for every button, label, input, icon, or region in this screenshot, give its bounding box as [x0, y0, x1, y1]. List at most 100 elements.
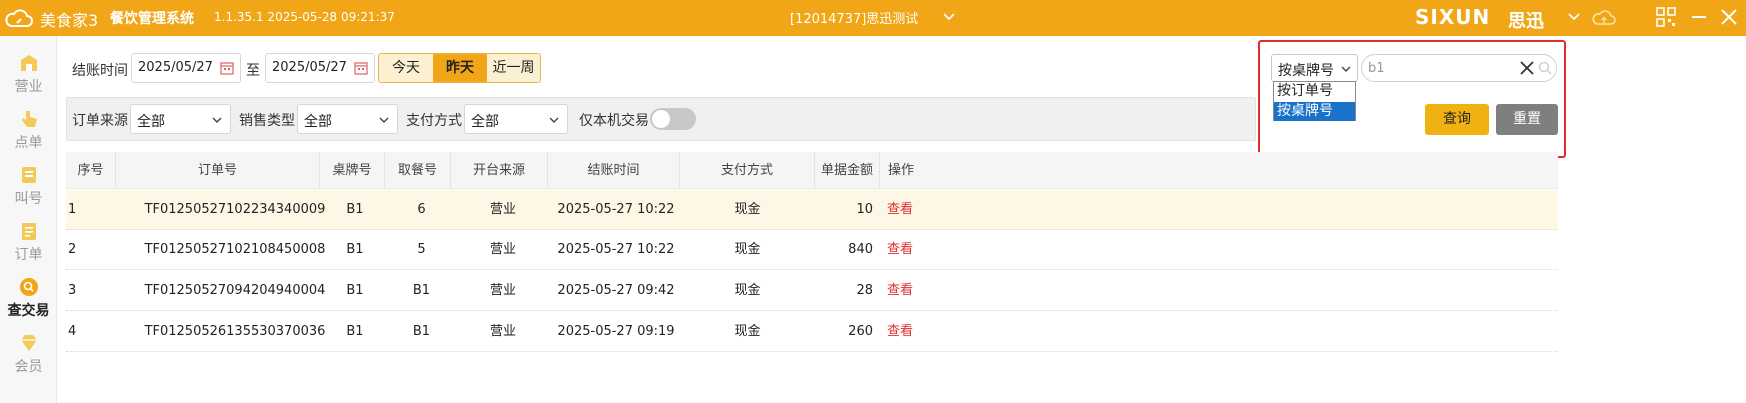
view-link[interactable]: 查看 [887, 230, 947, 270]
search-mode-select[interactable]: 按桌牌号 [1271, 54, 1358, 82]
local-only-toggle[interactable] [650, 108, 696, 130]
search-circle-icon [20, 278, 38, 296]
title-bar: 美食家3 餐饮管理系统 1.1.35.1 2025-05-28 09:21:37… [0, 0, 1746, 36]
cell-amount: 10 [856, 202, 873, 217]
vendor-logo: SIXUN [1415, 5, 1491, 29]
clear-icon[interactable] [1519, 60, 1535, 76]
cell-checkout-time: 2025-05-27 09:42 [557, 283, 675, 298]
view-link[interactable]: 查看 [887, 190, 947, 230]
option-by-table-no[interactable]: 按桌牌号 [1274, 102, 1355, 121]
sidebar-item-member[interactable]: 会员 [0, 320, 57, 378]
cell-amount: 840 [848, 242, 873, 257]
cell-checkout-time: 2025-05-27 10:22 [557, 202, 675, 217]
table-row[interactable]: 1 TF01250527102234340009 B1 6 营业 2025-05… [66, 190, 1558, 230]
sidebar-item-transactions[interactable]: 查交易 [0, 264, 57, 322]
sidebar-item-label: 叫号 [14, 191, 43, 207]
cell-pickup-no: 5 [417, 242, 426, 257]
to-label: 至 [246, 63, 260, 79]
cell-checkout-time: 2025-05-27 09:19 [557, 324, 675, 339]
transactions-table: 序号 订单号 桌牌号 取餐号 开台来源 结账时间 支付方式 单据金额 操作 1 … [66, 152, 1558, 403]
col-table-no: 桌牌号 [320, 152, 385, 189]
col-checkout-time: 结账时间 [548, 152, 680, 189]
store-icon [21, 55, 37, 71]
cloud-logo-icon [5, 9, 33, 27]
search-icon[interactable] [1538, 61, 1552, 75]
sidebar-item-label: 营业 [14, 79, 43, 95]
date-from-field[interactable]: 2025/05/27 [131, 53, 241, 83]
chevron-down-icon[interactable] [1567, 10, 1581, 24]
col-payment: 支付方式 [680, 152, 815, 189]
col-source: 开台来源 [451, 152, 548, 189]
sidebar-item-label: 点单 [14, 135, 43, 151]
minimize-icon[interactable] [1689, 6, 1709, 28]
sidebar: 营业 点单 叫号 订单 查交易 会员 [0, 36, 57, 403]
view-link[interactable]: 查看 [887, 312, 947, 352]
cell-source: 营业 [489, 202, 516, 217]
cell-index: 1 [68, 202, 77, 217]
range-today-button[interactable]: 今天 [379, 54, 433, 82]
col-order-no: 订单号 [116, 152, 320, 189]
table-row[interactable]: 3 TF01250527094204940004 B1 B1 营业 2025-0… [66, 271, 1558, 311]
range-week-button[interactable]: 近一周 [487, 54, 540, 82]
sidebar-item-label: 会员 [14, 359, 43, 375]
col-index: 序号 [66, 152, 116, 189]
order-source-label: 订单来源 [72, 113, 128, 129]
range-yesterday-button[interactable]: 昨天 [433, 54, 487, 82]
sidebar-item-order[interactable]: 点单 [0, 96, 57, 154]
local-only-label: 仅本机交易 [579, 113, 649, 129]
chevron-down-icon [1341, 66, 1351, 72]
sidebar-item-label: 查交易 [7, 303, 50, 319]
cell-index: 3 [68, 283, 77, 298]
cell-order-no: TF01250527094204940004 [144, 283, 326, 298]
cell-order-no: TF01250527102108450008 [144, 242, 326, 257]
date-from-value: 2025/05/27 [138, 60, 213, 75]
calendar-icon[interactable] [220, 61, 234, 75]
reset-button[interactable]: 重置 [1496, 104, 1558, 135]
cell-index: 4 [68, 324, 77, 339]
close-icon[interactable] [1718, 6, 1740, 28]
sidebar-item-orders[interactable]: 订单 [0, 208, 57, 266]
hand-pointer-icon [22, 111, 37, 127]
cell-table-no: B1 [346, 283, 364, 298]
chevron-down-icon [379, 117, 389, 123]
cell-payment: 现金 [734, 324, 761, 339]
cell-table-no: B1 [346, 324, 364, 339]
payment-select[interactable]: 全部 [464, 104, 568, 134]
col-amount: 单据金额 [815, 152, 880, 189]
cell-order-no: TF01250526135530370036 [144, 324, 326, 339]
vendor-logo-cn: 思迅 [1508, 11, 1544, 32]
cell-payment: 现金 [734, 242, 761, 257]
toggle-knob [652, 110, 670, 128]
version-text: 1.1.35.1 2025-05-28 09:21:37 [214, 10, 395, 24]
payment-value: 全部 [471, 114, 499, 130]
search-mode-value: 按桌牌号 [1278, 63, 1334, 79]
sales-type-select[interactable]: 全部 [297, 104, 398, 134]
cell-amount: 260 [848, 324, 873, 339]
option-by-order-no[interactable]: 按订单号 [1274, 82, 1355, 101]
system-name: 餐饮管理系统 [110, 11, 194, 27]
cloud-sync-icon[interactable] [1592, 7, 1616, 29]
table-row[interactable]: 4 TF01250526135530370036 B1 B1 营业 2025-0… [66, 312, 1558, 352]
query-button[interactable]: 查询 [1425, 104, 1489, 135]
table-row[interactable]: 2 TF01250527102108450008 B1 5 营业 2025-05… [66, 230, 1558, 270]
cell-source: 营业 [489, 324, 516, 339]
app-brand: 美食家3 [40, 11, 99, 30]
qr-code-icon[interactable] [1655, 6, 1677, 28]
order-source-select[interactable]: 全部 [130, 104, 231, 134]
sales-type-value: 全部 [304, 114, 332, 130]
search-input[interactable] [1368, 58, 1508, 78]
cell-payment: 现金 [734, 283, 761, 298]
sidebar-item-business[interactable]: 营业 [0, 40, 57, 98]
col-pickup-no: 取餐号 [385, 152, 451, 189]
cell-pickup-no: B1 [412, 283, 431, 298]
store-selector[interactable]: [12014737]思迅测试 [790, 8, 918, 27]
view-link[interactable]: 查看 [887, 271, 947, 311]
calling-icon [22, 167, 36, 183]
search-mode-dropdown: 按订单号 按桌牌号 [1273, 81, 1356, 121]
chevron-down-icon [212, 117, 222, 123]
chevron-down-icon[interactable] [942, 10, 956, 24]
sidebar-item-calling[interactable]: 叫号 [0, 152, 57, 210]
date-to-field[interactable]: 2025/05/27 [265, 53, 375, 83]
calendar-icon[interactable] [354, 61, 368, 75]
cell-table-no: B1 [346, 202, 364, 217]
